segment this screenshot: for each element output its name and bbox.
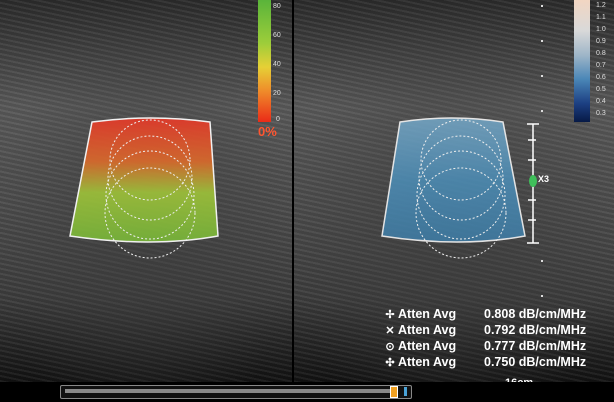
measurement-label: Atten Avg [398, 355, 457, 369]
measurement-value: 0.750 dB/cm/MHz [484, 355, 587, 369]
measurement-label: Atten Avg [398, 323, 457, 337]
cb-left-tick: 60 [273, 32, 281, 39]
marker-circle-dot-icon: ⊙ [385, 340, 395, 353]
colorbar-left [258, 0, 271, 122]
cb-right-tick: 0.3 [596, 110, 606, 117]
cb-right-tick: 1.1 [596, 14, 606, 21]
marker-bowtie-icon: ✣ [385, 356, 395, 369]
colorbar-right [574, 0, 590, 122]
cb-left-min-label: 0% [258, 124, 277, 139]
cine-slider-fill [65, 389, 390, 393]
roi-left-attenuation-map [69, 117, 219, 243]
cb-right-tick: 0.4 [596, 98, 606, 105]
measurement-label: Atten Avg [398, 307, 457, 321]
cine-end-marker [404, 387, 407, 396]
cb-left-tick: 80 [273, 3, 281, 10]
measurement-value: 0.792 dB/cm/MHz [484, 323, 587, 337]
roi-right-attenuation-map [381, 117, 526, 243]
cb-right-tick: 0.8 [596, 50, 606, 57]
cb-left-tick: 40 [273, 61, 281, 68]
zoom-label: X3 [538, 174, 550, 184]
measurement-row: ✢ Atten Avg 0.808 dB/cm/MHz [382, 306, 586, 322]
cb-right-tick: 0.6 [596, 74, 606, 81]
measurement-row: ✕ Atten Avg 0.792 dB/cm/MHz [382, 322, 586, 338]
depth-tick [541, 260, 543, 262]
measurement-row: ⊙ Atten Avg 0.777 dB/cm/MHz [382, 338, 586, 354]
cb-right-tick: 0.9 [596, 38, 606, 45]
cb-right-tick: 1.0 [596, 26, 606, 33]
depth-tick [541, 295, 543, 297]
cb-right-tick: 0.5 [596, 86, 606, 93]
depth-tick [541, 5, 543, 7]
cb-left-tick: 0 [276, 116, 280, 123]
depth-tick [541, 40, 543, 42]
cine-slider-thumb[interactable] [390, 386, 398, 398]
depth-tick [541, 110, 543, 112]
measurement-row: ✣ Atten Avg 0.750 dB/cm/MHz [382, 354, 586, 370]
marker-x-icon: ✕ [385, 324, 395, 337]
cine-slider[interactable] [60, 385, 412, 399]
cb-right-tick: 0.7 [596, 62, 606, 69]
marker-plus-icon: ✢ [385, 308, 395, 321]
cb-left-tick: 20 [273, 90, 281, 97]
cb-right-tick: 1.2 [596, 2, 606, 9]
focus-marker [529, 175, 537, 187]
measurement-results: ✢ Atten Avg 0.808 dB/cm/MHz ✕ Atten Avg … [382, 306, 586, 370]
ultrasound-screen: X3 80 60 40 20 0 0% 1.2 1.1 1.0 0.9 0.8 … [0, 0, 614, 402]
measurement-label: Atten Avg [398, 339, 457, 353]
depth-tick [541, 75, 543, 77]
measurement-value: 0.808 dB/cm/MHz [484, 307, 587, 321]
measurement-value: 0.777 dB/cm/MHz [484, 339, 587, 353]
